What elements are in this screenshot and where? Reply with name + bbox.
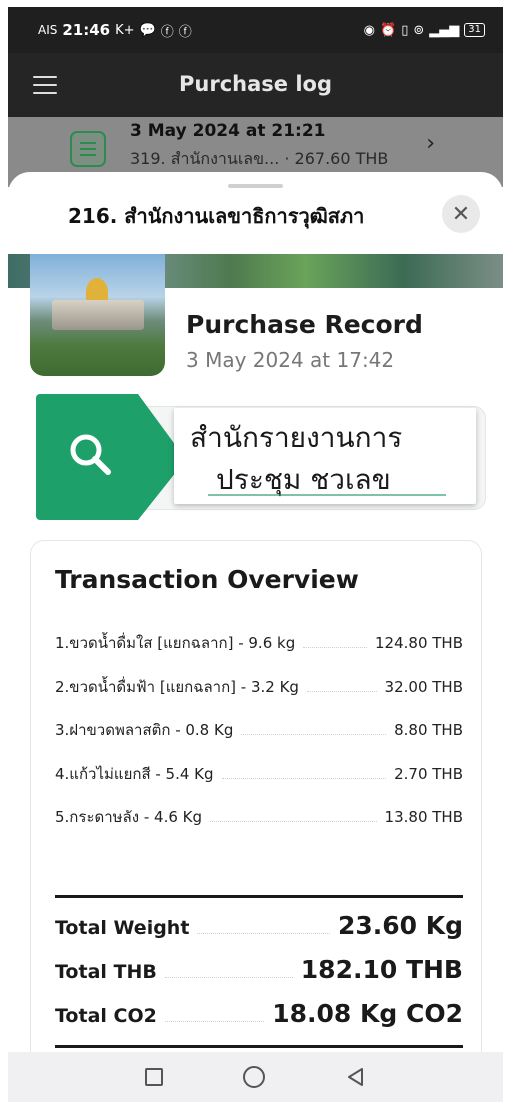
total-label: Total Weight — [55, 917, 190, 939]
chevron-right-icon: › — [426, 131, 435, 156]
app-bar: Purchase log — [8, 53, 503, 117]
status-bar: AIS 21:46 K+ 💬 ⓕ ⓕ ◉ ⏰ ▯ ⊚ ▂▄▆ 31 — [8, 7, 503, 53]
detail-sheet: 216. สำนักงานเลขาธิการวุฒิสภา ✕ Purchase… — [8, 172, 503, 1052]
facebook-icon: ⓕ — [160, 24, 174, 40]
search-icon — [70, 434, 111, 475]
record-date: 3 May 2024 at 17:42 — [186, 348, 395, 372]
item-price: 8.80 THB — [394, 721, 463, 739]
total-label: Total THB — [55, 961, 157, 983]
total-row: Total THB 182.10 THB — [55, 955, 463, 999]
carrier-label: AIS — [38, 23, 58, 37]
total-value: 182.10 THB — [300, 955, 463, 984]
notification-extras: K+ — [115, 22, 135, 38]
vibrate-icon: ▯ — [401, 22, 409, 38]
total-label: Total CO2 — [55, 1005, 157, 1027]
total-value: 18.08 Kg CO2 — [272, 999, 463, 1028]
list-item: 1.ขวดน้ำดื่มใส [แยกฉลาก] - 9.6 kg 124.80… — [55, 631, 463, 675]
system-nav-bar — [8, 1052, 503, 1102]
item-name: 5.กระดาษลัง - 4.6 Kg — [55, 808, 203, 826]
list-item-subtitle: 319. สำนักงานเลข... · 267.60 THB — [130, 149, 389, 168]
line-icon: 💬 — [139, 22, 156, 38]
battery-icon: 31 — [464, 23, 485, 37]
back-icon[interactable] — [345, 1066, 367, 1088]
item-name: 1.ขวดน้ำดื่มใส [แยกฉลาก] - 9.6 kg — [55, 634, 296, 652]
item-name: 3.ฝาขวดพลาสติก - 0.8 Kg — [55, 721, 234, 739]
clock: 21:46 — [62, 21, 111, 39]
total-row: Total Weight 23.60 Kg — [55, 911, 463, 955]
close-button[interactable]: ✕ — [442, 195, 480, 233]
home-icon[interactable] — [242, 1066, 265, 1088]
list-item: 5.กระดาษลัง - 4.6 Kg 13.80 THB — [55, 805, 463, 849]
page-title: Purchase log — [179, 72, 332, 96]
total-value: 23.60 Kg — [337, 911, 463, 940]
battery-level: 31 — [468, 24, 481, 35]
item-price: 124.80 THB — [375, 634, 463, 652]
transaction-overview-card: Transaction Overview 1.ขวดน้ำดื่มใส [แยก… — [30, 540, 482, 1052]
divider — [55, 1045, 463, 1048]
facebook-icon: ⓕ — [178, 24, 192, 40]
totals: Total Weight 23.60 Kg Total THB 182.10 T… — [55, 911, 463, 1043]
item-price: 13.80 THB — [384, 808, 463, 826]
promo-line-1: สำนักรายงานการ — [190, 421, 403, 454]
drag-handle[interactable] — [228, 184, 283, 188]
signal-icon: ▂▄▆ — [429, 22, 460, 38]
list-item-title: 3 May 2024 at 21:21 — [130, 121, 326, 141]
alarm-icon: ⏰ — [380, 22, 397, 38]
item-price: 32.00 THB — [384, 677, 463, 696]
receipt-icon — [70, 131, 106, 167]
list-item: 3.ฝาขวดพลาสติก - 0.8 Kg 8.80 THB — [55, 718, 463, 762]
item-list: 1.ขวดน้ำดื่มใส [แยกฉลาก] - 9.6 kg 124.80… — [55, 631, 463, 849]
record-title: Purchase Record — [186, 310, 423, 339]
total-row: Total CO2 18.08 Kg CO2 — [55, 999, 463, 1043]
sheet-title: 216. สำนักงานเลขาธิการวุฒิสภา — [68, 204, 365, 228]
eye-icon: ◉ — [363, 22, 376, 38]
close-icon: ✕ — [451, 201, 471, 227]
list-item: 4.แก้วไม่แยกสี - 5.4 Kg 2.70 THB — [55, 762, 463, 806]
search-promo[interactable]: สำนักรายงานการ ประชุม ชวเลข — [24, 394, 486, 524]
hotspot-icon: ⊚ — [413, 22, 425, 38]
item-name: 4.แก้วไม่แยกสี - 5.4 Kg — [55, 764, 214, 783]
item-name: 2.ขวดน้ำดื่มฟ้า [แยกฉลาก] - 3.2 Kg — [55, 677, 299, 696]
list-item: 2.ขวดน้ำดื่มฟ้า [แยกฉลาก] - 3.2 Kg 32.00… — [55, 675, 463, 719]
item-price: 2.70 THB — [394, 764, 463, 783]
promo-label-card: สำนักรายงานการ ประชุม ชวเลข — [174, 408, 476, 504]
promo-underline — [208, 494, 446, 496]
building-thumbnail — [30, 254, 165, 376]
recents-icon[interactable] — [144, 1068, 163, 1086]
overview-title: Transaction Overview — [55, 565, 359, 594]
divider — [55, 895, 463, 898]
